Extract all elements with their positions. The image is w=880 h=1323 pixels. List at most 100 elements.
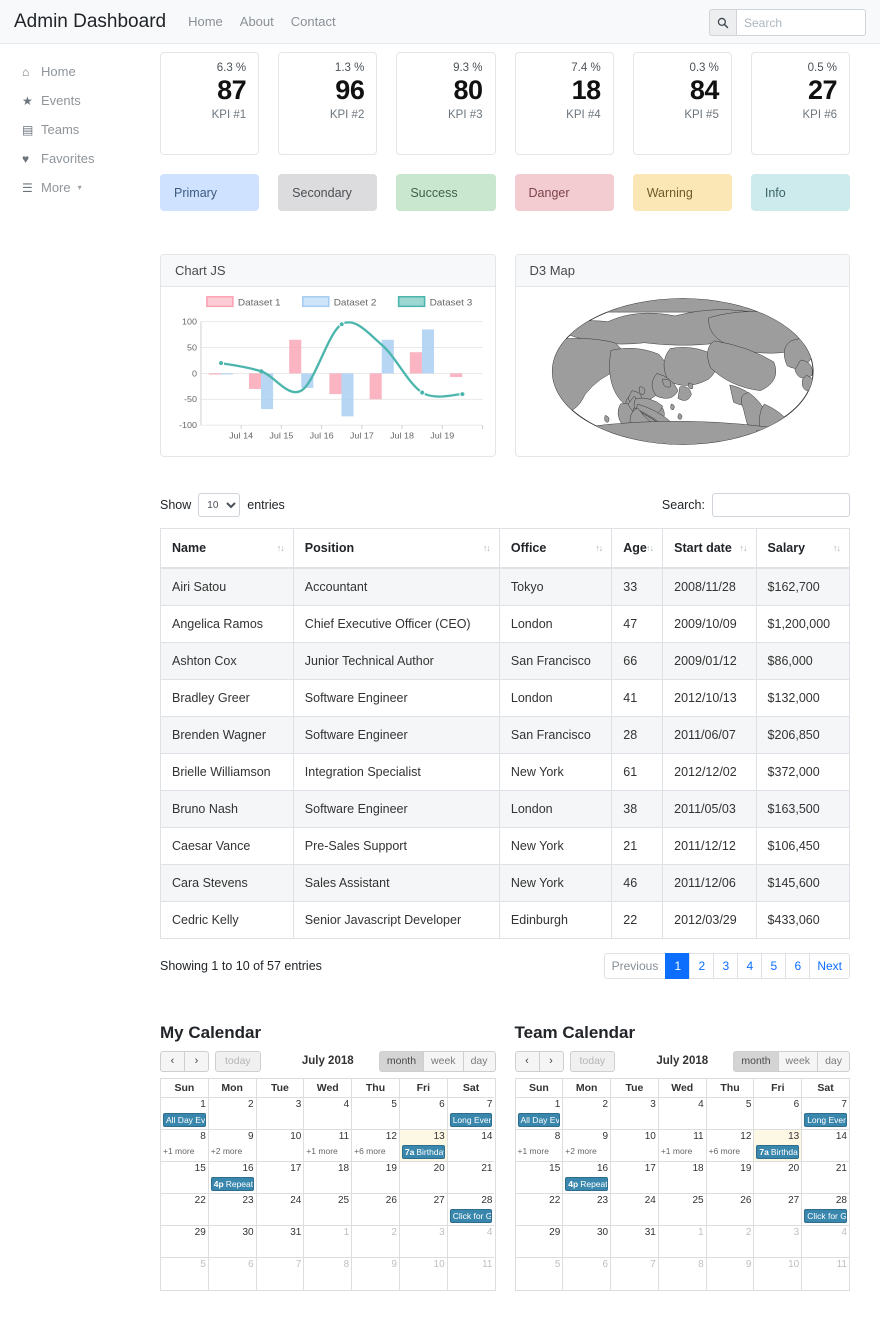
calendar-more-link[interactable]: +1 more — [661, 1145, 704, 1158]
calendar-day-cell[interactable]: 9 — [352, 1258, 400, 1290]
calendar-next-button[interactable]: › — [184, 1050, 209, 1072]
calendar-day-cell[interactable]: 6 — [754, 1098, 803, 1130]
calendar-day-cell[interactable]: 7 Long Event — [447, 1098, 495, 1130]
calendar-more-link[interactable]: +2 more — [565, 1145, 608, 1158]
calendar-day-cell[interactable]: 6 — [209, 1258, 257, 1290]
btn-warning[interactable]: Warning — [632, 174, 732, 211]
calendar-event[interactable]: 7a Birthday — [756, 1144, 800, 1159]
calendar-day-cell[interactable]: 8 +1 more — [161, 1130, 209, 1162]
chartjs-canvas[interactable]: Dataset 1 Dataset 2 Dataset 3 100 50 0 -50 -100… — [161, 287, 495, 456]
calendar-day-cell[interactable]: 21 — [447, 1162, 495, 1194]
calendar-day-cell[interactable]: 19 — [352, 1162, 400, 1194]
calendar-prev-button[interactable]: ‹ — [160, 1050, 185, 1072]
btn-info[interactable]: Info — [750, 174, 851, 211]
table-row[interactable]: Ashton Cox Junior Technical Author San Fra… — [160, 642, 851, 680]
calendar-day-cell[interactable]: 8 +1 more — [515, 1130, 564, 1162]
pagination-page-6[interactable]: 6 — [785, 953, 811, 979]
calendar-prev-button[interactable]: ‹ — [514, 1050, 540, 1072]
calendar-day-cell[interactable]: 20 — [399, 1162, 448, 1194]
calendar-day-cell[interactable]: 26 — [706, 1194, 755, 1226]
calendar-more-link[interactable]: +1 more — [163, 1145, 206, 1158]
nav-link-home[interactable]: Home — [188, 14, 223, 29]
calendar-day-cell[interactable]: 15 — [161, 1162, 209, 1194]
calendar-event[interactable]: 4pRepeating — [565, 1176, 609, 1191]
navbar-search-input[interactable] — [736, 9, 866, 36]
pagination-page-2[interactable]: 2 — [689, 953, 715, 979]
calendar-day-cell[interactable]: 2 — [706, 1226, 755, 1258]
calendar-day-cell[interactable]: 11 — [448, 1258, 495, 1290]
pagination-page-3[interactable]: 3 — [713, 953, 739, 979]
calendar-view-month[interactable]: month — [733, 1050, 779, 1072]
calendar-day-cell[interactable]: 10 — [754, 1258, 803, 1290]
calendar-day-cell[interactable]: 29 — [515, 1226, 564, 1258]
calendar-today-button[interactable]: today — [215, 1050, 261, 1072]
calendar-view-day[interactable]: day — [817, 1050, 850, 1072]
table-row[interactable]: Cedric Kelly Senior Javascript Developer E… — [160, 901, 851, 939]
calendar-day-cell[interactable]: 14 — [447, 1130, 495, 1162]
calendar-more-link[interactable]: +2 more — [211, 1145, 254, 1158]
calendar-day-cell[interactable]: 23 — [208, 1194, 257, 1226]
column-header-name[interactable]: Name ↑↓ — [160, 528, 294, 569]
calendar-view-day[interactable]: day — [462, 1050, 496, 1072]
calendar-day-cell[interactable]: 6 — [399, 1098, 448, 1130]
table-row[interactable]: Cara Stevens Sales Assistant New York 46 201… — [160, 864, 851, 902]
d3map-canvas[interactable] — [516, 287, 850, 456]
table-row[interactable]: Angelica Ramos Chief Executive Officer (C… — [160, 605, 851, 643]
calendar-day-cell[interactable]: 5 — [516, 1258, 564, 1290]
pagination-page-5[interactable]: 5 — [761, 953, 787, 979]
calendar-day-cell[interactable]: 10 — [400, 1258, 448, 1290]
calendar-day-cell[interactable]: 8 — [659, 1258, 707, 1290]
calendar-day-cell[interactable]: 24 — [256, 1194, 305, 1226]
pagination-page-1[interactable]: 1 — [665, 953, 691, 979]
calendar-day-cell[interactable]: 29 — [161, 1226, 209, 1258]
calendar-day-cell[interactable]: 2 — [208, 1098, 257, 1130]
calendar-day-cell[interactable]: 17 — [611, 1162, 659, 1194]
calendar-next-button[interactable]: › — [538, 1050, 564, 1072]
calendar-day-cell[interactable]: 10 — [256, 1130, 305, 1162]
calendar-view-week[interactable]: week — [423, 1050, 464, 1072]
calendar-day-cell[interactable]: 17 — [256, 1162, 305, 1194]
calendar-event[interactable]: 7a Birthday — [401, 1144, 445, 1159]
calendar-event[interactable]: Click for Google — [804, 1208, 847, 1223]
calendar-day-cell[interactable]: 11 +1 more — [304, 1130, 353, 1162]
calendar-day-cell[interactable]: 7 — [257, 1258, 305, 1290]
pagination-previous[interactable]: Previous — [603, 953, 667, 979]
table-row[interactable]: Airi Satou Accountant Tokyo 33 2008/11/28 $16… — [160, 567, 851, 606]
calendar-day-cell[interactable]: 11 — [802, 1258, 849, 1290]
nav-link-about[interactable]: About — [240, 14, 274, 29]
calendar-day-cell[interactable]: 12 +6 more — [706, 1130, 755, 1162]
calendar-day-cell[interactable]: 14 — [802, 1130, 849, 1162]
btn-primary[interactable]: Primary — [160, 174, 260, 211]
calendar-day-cell[interactable]: 6 — [563, 1258, 612, 1290]
table-row[interactable]: Bruno Nash Software Engineer London 38 2011/… — [160, 790, 851, 828]
pagination-next[interactable]: Next — [809, 953, 850, 979]
calendar-day-cell[interactable]: 28 Click for Google — [447, 1194, 495, 1226]
btn-danger[interactable]: Danger — [514, 174, 614, 211]
calendar-day-cell[interactable]: 13 7a Birthday — [754, 1130, 803, 1162]
column-header-start-date[interactable]: Start date ↑↓ — [662, 528, 757, 569]
calendar-event[interactable]: Long Event — [449, 1112, 493, 1127]
calendar-day-cell[interactable]: 20 — [754, 1162, 803, 1194]
calendar-day-cell[interactable]: 8 — [304, 1258, 353, 1290]
calendar-day-cell[interactable]: 1 — [304, 1226, 353, 1258]
search-button[interactable] — [709, 9, 736, 36]
nav-link-contact[interactable]: Contact — [291, 14, 336, 29]
btn-success[interactable]: Success — [396, 174, 496, 211]
calendar-day-cell[interactable]: 30 — [208, 1226, 257, 1258]
calendar-day-cell[interactable]: 18 — [304, 1162, 353, 1194]
calendar-event[interactable]: All Day Event — [517, 1112, 561, 1127]
calendar-more-link[interactable]: +1 more — [306, 1145, 349, 1158]
sidebar-item-home[interactable]: ⌂ Home — [22, 57, 160, 86]
calendar-more-link[interactable]: +6 more — [709, 1145, 752, 1158]
calendar-day-cell[interactable]: 25 — [304, 1194, 353, 1226]
calendar-view-week[interactable]: week — [777, 1050, 819, 1072]
table-row[interactable]: Caesar Vance Pre-Sales Support New York 21 2… — [160, 827, 851, 865]
calendar-event[interactable]: Long Event — [804, 1112, 847, 1127]
datatable-search-input[interactable] — [712, 493, 850, 517]
calendar-day-cell[interactable]: 31 — [256, 1226, 305, 1258]
calendar-day-cell[interactable]: 22 — [161, 1194, 209, 1226]
calendar-day-cell[interactable]: 3 — [754, 1226, 803, 1258]
calendar-day-cell[interactable]: 12 +6 more — [352, 1130, 400, 1162]
calendar-day-cell[interactable]: 7 Long Event — [802, 1098, 849, 1130]
calendar-day-cell[interactable]: 9 — [707, 1258, 755, 1290]
